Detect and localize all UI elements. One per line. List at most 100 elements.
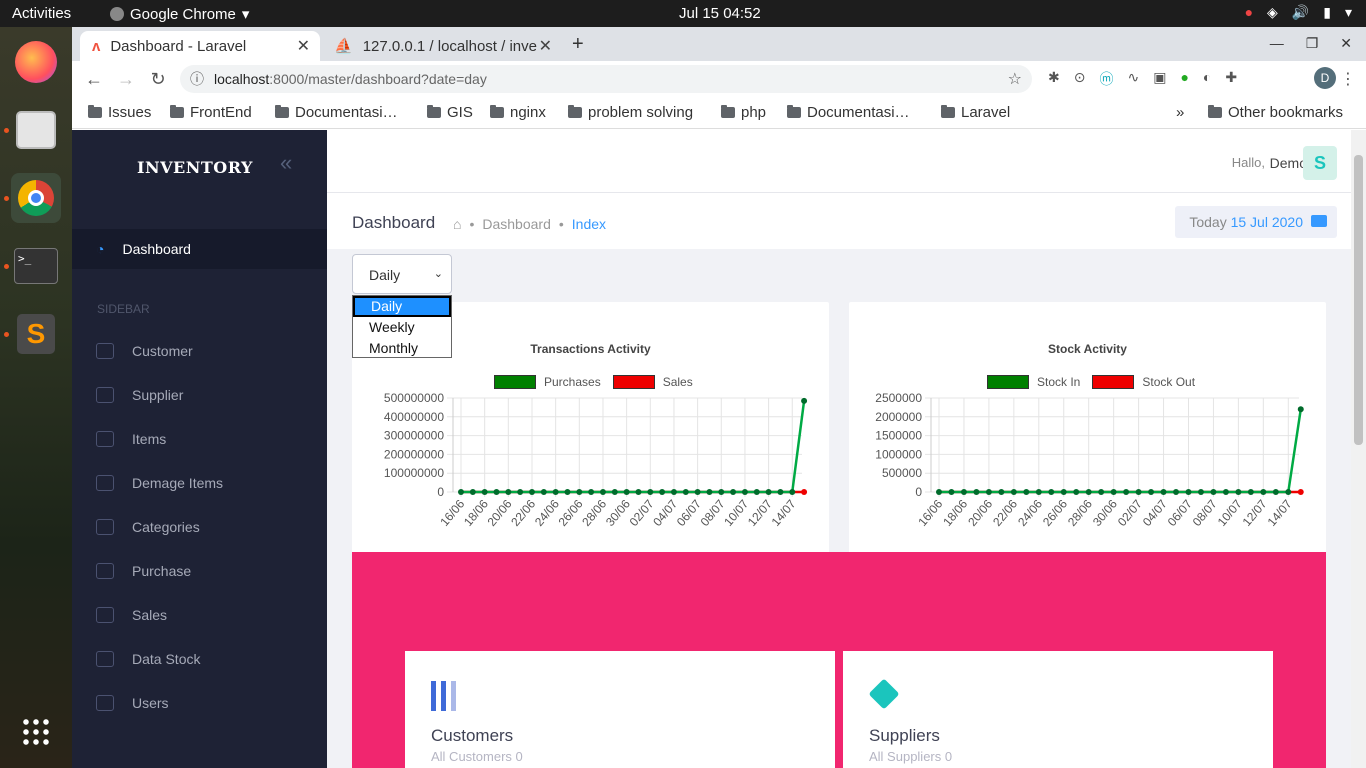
activities-button[interactable]: Activities xyxy=(12,5,71,22)
close-tab-icon[interactable]: ✕ xyxy=(297,36,310,56)
sidebar-item-customer[interactable]: Customer xyxy=(96,343,193,359)
sidebar-item-demage-items[interactable]: Demage Items xyxy=(96,475,223,491)
show-apps-icon[interactable] xyxy=(11,707,61,757)
sublime-icon[interactable]: S xyxy=(11,309,61,359)
chrome-dock-icon[interactable] xyxy=(11,173,61,223)
page-scrollbar[interactable] xyxy=(1351,130,1366,768)
folder-icon xyxy=(568,105,582,118)
collapse-sidebar-icon[interactable]: « xyxy=(280,150,292,176)
bookmark-item[interactable]: Documentasi… xyxy=(275,104,398,121)
address-bar[interactable]: ⓘ localhost:8000/master/dashboard?date=d… xyxy=(180,65,1032,93)
x-tick-label: 20/06 xyxy=(485,497,515,529)
firefox-icon[interactable] xyxy=(11,37,61,87)
sidebar-item-sales[interactable]: Sales xyxy=(96,607,167,623)
bookmark-item[interactable]: Documentasi… xyxy=(787,104,910,121)
new-tab-button[interactable]: + xyxy=(572,33,584,56)
tab-phpmyadmin[interactable]: ⛵ 127.0.0.1 / localhost / inve ✕ xyxy=(322,31,562,61)
menu-kebab-icon[interactable]: ⋮ xyxy=(1340,69,1356,89)
data-point xyxy=(659,489,666,495)
box-icon xyxy=(96,651,114,667)
y-tick-label: 0 xyxy=(437,485,444,499)
sidebar-item-data-stock[interactable]: Data Stock xyxy=(96,651,200,667)
legend-swatch[interactable] xyxy=(1092,375,1135,389)
x-tick-label: 08/07 xyxy=(698,497,728,529)
option-weekly[interactable]: Weekly xyxy=(353,317,451,338)
folder-icon xyxy=(88,105,102,118)
clock[interactable]: Jul 15 04:52 xyxy=(679,5,761,22)
reload-icon[interactable]: ↻ xyxy=(142,69,174,90)
legend-swatch[interactable] xyxy=(494,375,536,389)
date-filter-select[interactable]: Daily ⌄ xyxy=(352,254,452,294)
wave-extension-icon[interactable]: ∿ xyxy=(1127,69,1139,89)
terminal-icon[interactable]: >_ xyxy=(11,241,61,291)
data-point xyxy=(458,489,464,495)
bookmark-item[interactable]: Issues xyxy=(88,104,151,121)
back-icon[interactable]: ← xyxy=(78,69,110,90)
sidebar-item-items[interactable]: Items xyxy=(96,431,166,447)
minimize-icon[interactable]: — xyxy=(1270,35,1284,52)
dashboard-icon: ◔ xyxy=(96,241,105,257)
sidebar-item-supplier[interactable]: Supplier xyxy=(96,387,183,403)
scrollbar-thumb[interactable] xyxy=(1354,155,1363,445)
suppliers-card[interactable]: Suppliers All Suppliers 0 xyxy=(843,651,1273,768)
info-icon: ⓘ xyxy=(190,71,204,87)
data-point xyxy=(789,489,796,495)
sidebar-item-users[interactable]: Users xyxy=(96,695,169,711)
js-extension-icon[interactable]: ● xyxy=(1180,69,1188,89)
data-point xyxy=(694,489,701,495)
option-monthly[interactable]: Monthly xyxy=(353,338,451,359)
sidebar-item-categories[interactable]: Categories xyxy=(96,519,200,535)
breadcrumb-dashboard[interactable]: Dashboard xyxy=(482,216,551,232)
data-point xyxy=(765,489,772,495)
close-tab-icon[interactable]: ✕ xyxy=(539,36,552,56)
items-icon xyxy=(96,431,114,447)
folder-icon xyxy=(427,105,441,118)
chart-title: Stock Activity xyxy=(1048,342,1127,356)
tab-dashboard[interactable]: ʌ Dashboard - Laravel ✕ xyxy=(80,31,320,61)
bookmark-item[interactable]: GIS xyxy=(427,104,473,121)
top-header: Hallo, Demo S xyxy=(327,130,1351,193)
bookmark-item[interactable]: php xyxy=(721,104,766,121)
customers-card[interactable]: Customers All Customers 0 xyxy=(405,651,835,768)
page-title: Dashboard xyxy=(352,213,436,232)
bookmark-item[interactable]: FrontEnd xyxy=(170,104,252,121)
forward-icon[interactable]: → xyxy=(110,69,142,90)
bookmark-item[interactable]: nginx xyxy=(490,104,546,121)
app-menu[interactable]: Google Chrome ▾ xyxy=(110,5,249,23)
option-daily[interactable]: Daily xyxy=(353,296,451,317)
series-line-purchases xyxy=(461,400,806,494)
x-tick-label: 02/07 xyxy=(1115,497,1145,529)
breadcrumb-index[interactable]: Index xyxy=(572,216,606,232)
home-icon[interactable]: ⌂ xyxy=(453,216,461,232)
running-indicator xyxy=(4,196,9,201)
data-point xyxy=(1235,489,1242,495)
profile-avatar[interactable]: D xyxy=(1314,67,1336,89)
files-icon[interactable] xyxy=(11,105,61,155)
code-extension-icon[interactable]: ⊙ xyxy=(1074,69,1086,89)
system-tray[interactable]: ● ◈ 🔊 ▮ ▾ xyxy=(1245,4,1352,21)
other-bookmarks[interactable]: Other bookmarks xyxy=(1208,104,1343,121)
folder-icon xyxy=(721,105,735,118)
sidebar-item-dashboard[interactable]: ◔ Dashboard xyxy=(72,229,327,269)
user-name[interactable]: Demo xyxy=(1270,155,1307,171)
sidebar-item-purchase[interactable]: Purchase xyxy=(96,563,191,579)
bug-extension-icon[interactable]: ✱ xyxy=(1048,69,1060,89)
y-tick-label: 1000000 xyxy=(875,447,922,461)
chrome-tray-icon: ● xyxy=(1244,4,1254,20)
m-extension-icon[interactable]: ⓜ xyxy=(1099,69,1113,89)
close-window-icon[interactable]: ✕ xyxy=(1340,35,1352,52)
today-button[interactable]: Today 15 Jul 2020 xyxy=(1175,206,1337,238)
legend-swatch[interactable] xyxy=(612,375,655,389)
legend-swatch[interactable] xyxy=(987,375,1029,389)
box-extension-icon[interactable]: ▣ xyxy=(1153,69,1166,89)
brand-logo[interactable]: INVENTORY xyxy=(137,158,253,177)
ghost-extension-icon[interactable]: ◐ xyxy=(1203,69,1211,89)
bookmark-item[interactable]: problem solving xyxy=(568,104,693,121)
bookmark-item[interactable]: Laravel xyxy=(941,104,1010,121)
bookmark-star-icon[interactable]: ☆ xyxy=(1008,69,1022,89)
volume-icon: 🔊 xyxy=(1291,4,1310,20)
bookmarks-overflow[interactable]: » xyxy=(1176,104,1184,121)
puzzle-icon[interactable]: ✚ xyxy=(1225,69,1237,89)
user-avatar[interactable]: S xyxy=(1303,146,1337,180)
maximize-icon[interactable]: ❐ xyxy=(1306,35,1319,52)
